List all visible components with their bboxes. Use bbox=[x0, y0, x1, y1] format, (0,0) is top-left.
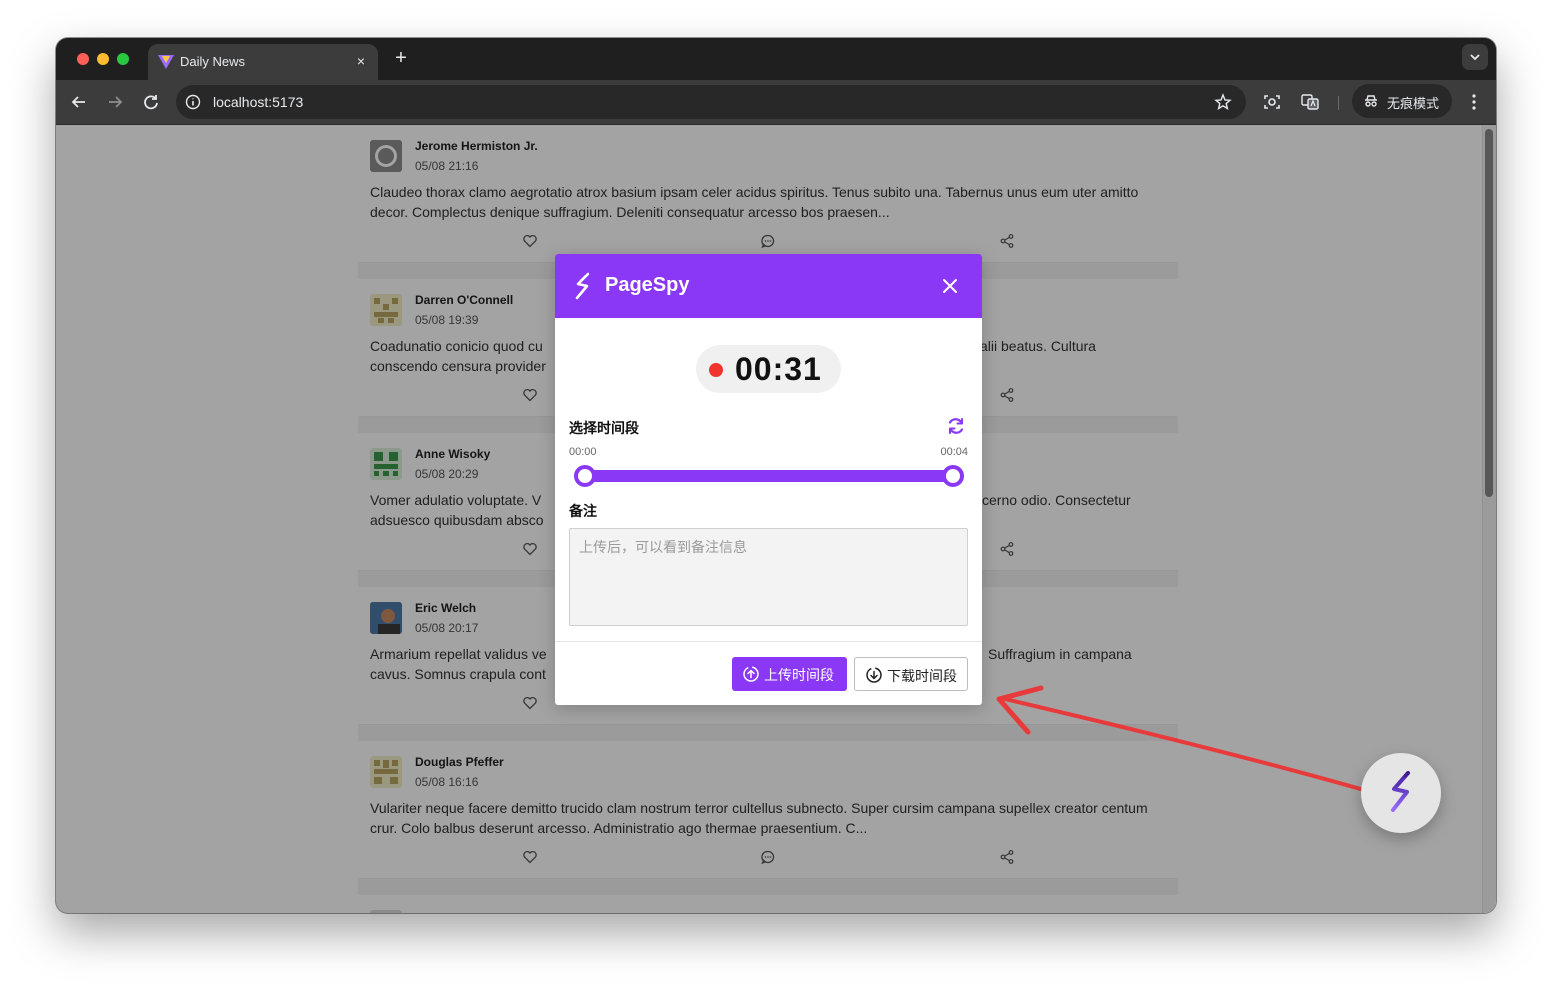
tab-title: Daily News bbox=[180, 54, 246, 69]
browser-tab[interactable]: Daily News × bbox=[148, 44, 378, 80]
slider-end-handle[interactable] bbox=[942, 465, 964, 487]
window-close-button[interactable] bbox=[77, 53, 89, 65]
browser-window: Daily News × + localhost:5173 无痕模式 Jerom… bbox=[56, 38, 1496, 913]
window-zoom-button[interactable] bbox=[117, 53, 129, 65]
reload-icon[interactable] bbox=[140, 91, 162, 113]
download-icon bbox=[866, 667, 882, 683]
close-icon[interactable] bbox=[940, 276, 960, 296]
site-info-icon[interactable] bbox=[185, 94, 201, 110]
pagespy-modal: PageSpy 00:31 选择时间段 00:00 00:04 备注 上传后，可… bbox=[555, 254, 982, 705]
new-tab-button[interactable]: + bbox=[390, 47, 412, 69]
bookmark-star-icon[interactable] bbox=[1214, 93, 1232, 111]
range-start-label: 00:00 bbox=[569, 446, 597, 458]
recording-timer: 00:31 bbox=[696, 345, 841, 393]
address-bar[interactable]: localhost:5173 bbox=[176, 85, 1246, 119]
refresh-icon[interactable] bbox=[946, 416, 966, 436]
browser-toolbar: localhost:5173 无痕模式 bbox=[56, 80, 1496, 125]
forward-arrow-icon[interactable] bbox=[104, 91, 126, 113]
range-end-label: 00:04 bbox=[940, 446, 968, 458]
page-viewport: Jerome Hermiston Jr. 05/08 21:16 Claudeo… bbox=[56, 125, 1496, 913]
time-range-slider[interactable] bbox=[585, 470, 953, 482]
tab-close-icon[interactable]: × bbox=[352, 52, 370, 70]
incognito-icon bbox=[1365, 95, 1377, 107]
slider-start-handle[interactable] bbox=[574, 465, 596, 487]
upload-range-button[interactable]: 上传时间段 bbox=[732, 657, 847, 691]
translate-icon[interactable] bbox=[1300, 92, 1320, 112]
remark-textarea[interactable] bbox=[569, 528, 968, 626]
chevron-down-icon bbox=[1470, 54, 1480, 61]
download-range-button[interactable]: 下载时间段 bbox=[854, 657, 968, 691]
recording-dot-icon bbox=[709, 363, 723, 377]
pagespy-logo-icon bbox=[1391, 771, 1410, 812]
modal-header: PageSpy bbox=[555, 254, 982, 318]
tab-search-button[interactable] bbox=[1462, 44, 1488, 70]
incognito-label: 无痕模式 bbox=[1387, 96, 1440, 111]
toolbar-separator bbox=[1338, 96, 1339, 110]
more-menu-icon[interactable] bbox=[1464, 92, 1484, 112]
pagespy-logo-icon bbox=[575, 272, 590, 300]
back-arrow-icon[interactable] bbox=[68, 91, 90, 113]
tab-strip: Daily News × + bbox=[56, 38, 1496, 80]
incognito-indicator[interactable]: 无痕模式 bbox=[1352, 84, 1452, 118]
download-button-label: 下载时间段 bbox=[887, 668, 957, 684]
pagespy-floating-button[interactable] bbox=[1361, 753, 1441, 833]
modal-title: PageSpy bbox=[605, 274, 690, 296]
modal-footer-divider bbox=[555, 641, 982, 642]
vite-favicon-icon bbox=[158, 55, 174, 69]
timer-text: 00:31 bbox=[735, 351, 822, 387]
upload-icon bbox=[743, 666, 759, 682]
remark-label: 备注 bbox=[569, 503, 597, 519]
window-minimize-button[interactable] bbox=[97, 53, 109, 65]
select-range-label: 选择时间段 bbox=[569, 420, 639, 436]
url-text[interactable]: localhost:5173 bbox=[213, 94, 303, 110]
screenshot-lens-icon[interactable] bbox=[1262, 92, 1282, 112]
upload-button-label: 上传时间段 bbox=[764, 667, 834, 683]
